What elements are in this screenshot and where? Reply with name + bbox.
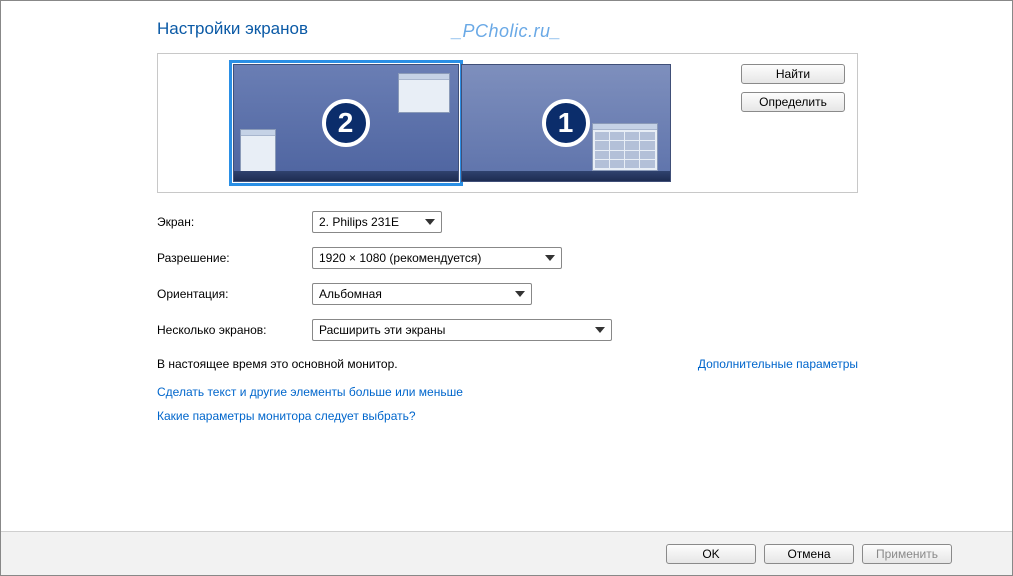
multiple-displays-label: Несколько экранов: <box>157 323 312 337</box>
which-params-link[interactable]: Какие параметры монитора следует выбрать… <box>157 409 416 423</box>
help-links: Сделать текст и другие элементы больше и… <box>157 385 858 433</box>
primary-monitor-status: В настоящее время это основной монитор. <box>157 357 398 371</box>
monitor-1[interactable]: 1 <box>461 64 671 182</box>
display-settings-window: _PCholic.ru_ Настройки экранов 2 1 <box>0 0 1013 576</box>
orientation-label: Ориентация: <box>157 287 312 301</box>
preview-side-buttons: Найти Определить <box>741 64 845 112</box>
monitor-number-badge: 2 <box>322 99 370 147</box>
orientation-select[interactable]: Альбомная <box>312 283 532 305</box>
monitor-number-badge: 1 <box>542 99 590 147</box>
screen-row: Экран: 2. Philips 231E <box>157 211 858 233</box>
resolution-row: Разрешение: 1920 × 1080 (рекомендуется) <box>157 247 858 269</box>
cancel-button[interactable]: Отмена <box>764 544 854 564</box>
identify-button[interactable]: Определить <box>741 92 845 112</box>
monitor-preview-area: 2 1 <box>157 53 858 193</box>
detect-button[interactable]: Найти <box>741 64 845 84</box>
monitor-2[interactable]: 2 <box>233 64 459 182</box>
advanced-settings-link[interactable]: Дополнительные параметры <box>698 357 858 371</box>
screen-select[interactable]: 2. Philips 231E <box>312 211 442 233</box>
multiple-displays-row: Несколько экранов: Расширить эти экраны <box>157 319 858 341</box>
resolution-select[interactable]: 1920 × 1080 (рекомендуется) <box>312 247 562 269</box>
screen-label: Экран: <box>157 215 312 229</box>
multiple-displays-select[interactable]: Расширить эти экраны <box>312 319 612 341</box>
monitor-layout: 2 1 <box>170 54 733 192</box>
resolution-label: Разрешение: <box>157 251 312 265</box>
mini-window-icon <box>398 73 450 113</box>
content-area: Настройки экранов 2 1 <box>1 1 1012 433</box>
apply-button[interactable]: Применить <box>862 544 952 564</box>
taskbar-icon <box>234 171 458 181</box>
taskbar-icon <box>462 171 670 181</box>
mini-calculator-icon <box>592 123 658 171</box>
mini-window-icon <box>240 129 276 175</box>
text-size-link[interactable]: Сделать текст и другие элементы больше и… <box>157 385 463 399</box>
status-row: В настоящее время это основной монитор. … <box>157 357 858 371</box>
watermark-text: _PCholic.ru_ <box>452 21 561 42</box>
ok-button[interactable]: OK <box>666 544 756 564</box>
orientation-row: Ориентация: Альбомная <box>157 283 858 305</box>
dialog-button-bar: OK Отмена Применить <box>1 531 1012 575</box>
